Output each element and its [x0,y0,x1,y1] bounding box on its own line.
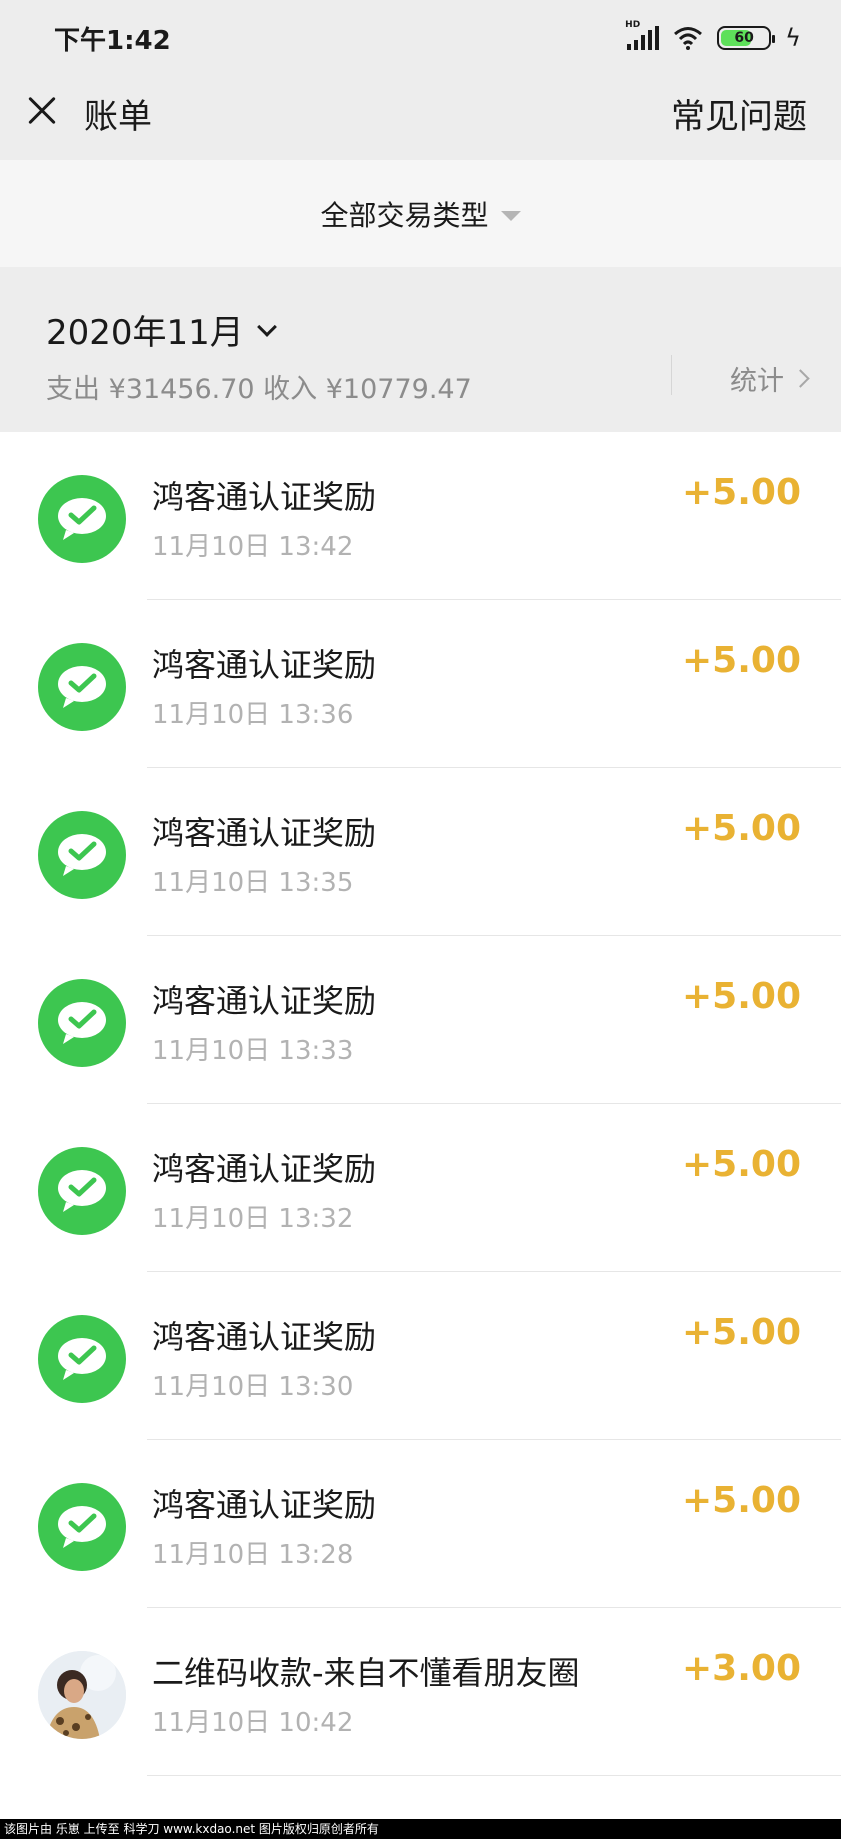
transaction-title: 鸿客通认证奖励 [152,814,377,852]
transaction-title: 鸿客通认证奖励 [152,982,377,1020]
transaction-title: 鸿客通认证奖励 [152,1486,377,1524]
transaction-row[interactable]: 鸿客通认证奖励 11月10日 13:35 +5.00 [0,768,841,936]
transaction-time: 11月10日 13:32 [152,1204,354,1234]
wechat-pay-icon [38,979,126,1067]
battery-level: 60 [734,30,754,46]
transaction-row[interactable]: 鸿客通认证奖励 11月10日 13:32 +5.00 [0,1104,841,1272]
transaction-title: 鸿客通认证奖励 [152,478,377,516]
transaction-time: 11月10日 10:42 [152,1708,354,1738]
transaction-amount: +3.00 [682,1648,801,1689]
status-time: 下午1:42 [54,26,171,56]
filter-label: 全部交易类型 [320,198,489,232]
transaction-amount: +5.00 [682,640,801,681]
wechat-pay-icon [38,643,126,731]
close-icon[interactable] [22,91,62,131]
month-totals: 支出 ¥31456.70 收入 ¥10779.47 [46,374,472,405]
transaction-list: 鸿客通认证奖励 11月10日 13:42 +5.00 鸿客通认证奖励 11月10日 1… [0,432,841,1776]
transaction-type-filter[interactable]: 全部交易类型 [320,194,521,234]
transaction-row[interactable]: 鸿客通认证奖励 11月10日 13:28 +5.00 [0,1440,841,1608]
transaction-time: 11月10日 13:33 [152,1036,354,1066]
wechat-pay-icon [38,1483,126,1571]
statistics-link[interactable]: 统计 [730,359,810,398]
status-bar: 下午1:42 HD 60 ϟ [0,0,841,75]
transaction-time: 11月10日 13:36 [152,700,354,730]
wechat-pay-icon [38,1147,126,1235]
filter-bar: 全部交易类型 [0,160,841,267]
page-title: 账单 [84,97,152,137]
transaction-amount: +5.00 [682,808,801,849]
battery-icon: 60 [717,26,776,50]
statistics-label: 统计 [730,366,784,397]
transaction-amount: +5.00 [682,1312,801,1353]
chevron-down-icon [256,316,277,337]
month-label: 2020年11月 [46,313,244,353]
month-summary: 2020年11月 支出 ¥31456.70 收入 ¥10779.47 统计 [0,267,841,432]
signal-icon: HD [625,20,660,50]
transaction-title: 二维码收款-来自不懂看朋友圈 [152,1654,580,1692]
transaction-amount: +5.00 [682,976,801,1017]
transaction-time: 11月10日 13:30 [152,1372,354,1402]
transaction-title: 鸿客通认证奖励 [152,1318,377,1356]
wifi-icon [674,27,703,50]
wechat-pay-icon [38,1315,126,1403]
transaction-row[interactable]: 鸿客通认证奖励 11月10日 13:36 +5.00 [0,600,841,768]
transaction-row[interactable]: 鸿客通认证奖励 11月10日 13:30 +5.00 [0,1272,841,1440]
header: 账单 常见问题 [0,75,841,160]
transaction-title: 鸿客通认证奖励 [152,646,377,684]
charging-bolt-icon: ϟ [785,24,801,52]
month-picker[interactable]: 2020年11月 [46,305,277,354]
wechat-pay-icon [38,475,126,563]
faq-link[interactable]: 常见问题 [671,89,807,138]
transaction-title: 鸿客通认证奖励 [152,1150,377,1188]
transaction-row[interactable]: 鸿客通认证奖励 11月10日 13:33 +5.00 [0,936,841,1104]
transaction-amount: +5.00 [682,1480,801,1521]
row-divider [147,1775,841,1776]
wechat-pay-icon [38,811,126,899]
transaction-amount: +5.00 [682,1144,801,1185]
network-type: HD [625,20,641,30]
payer-avatar [38,1651,126,1739]
status-icons: HD 60 ϟ [625,20,801,54]
transaction-amount: +5.00 [682,472,801,513]
transaction-row[interactable]: 鸿客通认证奖励 11月10日 13:42 +5.00 [0,432,841,600]
watermark-footer: 该图片由 乐崽 上传至 科学刀 www.kxdao.net 图片版权归原创者所有 [0,1819,841,1839]
divider [671,355,672,395]
transaction-row[interactable]: 二维码收款-来自不懂看朋友圈 11月10日 10:42 +3.00 [0,1608,841,1776]
transaction-time: 11月10日 13:35 [152,868,354,898]
transaction-time: 11月10日 13:28 [152,1540,354,1570]
transaction-time: 11月10日 13:42 [152,532,354,562]
caret-down-icon [500,210,521,221]
chevron-right-icon [791,369,810,388]
